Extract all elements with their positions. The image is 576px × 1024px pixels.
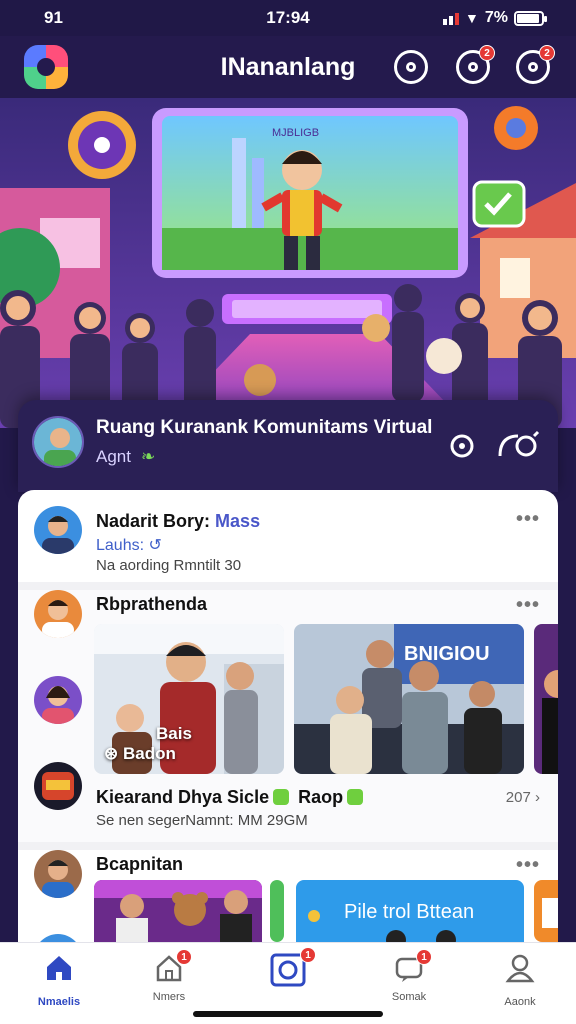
nav-home[interactable]: Nmaelis: [14, 953, 104, 1008]
status-time: 17:94: [266, 8, 310, 27]
camera-icon: 1: [270, 947, 316, 987]
location-icon: ⊛: [104, 744, 119, 763]
photo-tag-line1: Bais: [156, 724, 192, 743]
avatar[interactable]: [34, 506, 82, 554]
profile-badge: 2: [539, 45, 555, 61]
home-indicator: [193, 1011, 383, 1017]
avatar[interactable]: [34, 934, 82, 942]
photo-tag: Bais ⊛ Badon: [104, 724, 192, 764]
feed-post[interactable]: Nadarit Bory: Mass Lauhs: ↺ Na aording R…: [18, 490, 558, 582]
status-bar: 91 17:94 ▼ 7%: [0, 0, 576, 36]
more-options-icon[interactable]: •••: [516, 854, 540, 877]
post-meta: Lauhs: ↺: [96, 535, 162, 555]
hero-illustration: MJBLIGB: [0, 98, 576, 428]
feed-post[interactable]: Rbprathenda ••• Bais ⊛ Badon BNIGIOU Kie…: [18, 590, 558, 842]
post-photo[interactable]: [94, 880, 262, 942]
community-avatar: [32, 416, 84, 468]
refresh-icon: ↺: [148, 537, 162, 554]
divider: [18, 842, 558, 850]
post-author-name: Nadarit Bory:: [96, 511, 211, 531]
community-title: Ruang Kuranank Komunitams Virtual: [96, 417, 433, 438]
reaction-count-value: 207: [505, 789, 531, 806]
hero-banner[interactable]: MJBLIGB: [0, 98, 576, 428]
battery-icon: [514, 10, 547, 26]
camera-icon[interactable]: [394, 50, 428, 84]
post-photo: [270, 880, 284, 942]
verified-icon: [347, 789, 364, 805]
user-icon: [505, 954, 535, 983]
community-subtitle: Agnt ❧: [96, 447, 155, 467]
nav-badge: 1: [416, 949, 432, 965]
post-author[interactable]: Kiearand Dhya Sicle Rаор: [96, 787, 367, 808]
messages-badge: 2: [479, 45, 495, 61]
reaction-count[interactable]: 207 ›: [506, 789, 540, 806]
leaf-icon: ❧: [140, 447, 156, 466]
bell-icon: 1: [154, 949, 192, 983]
avatar[interactable]: [34, 850, 82, 898]
avatar[interactable]: [34, 762, 82, 810]
avatar[interactable]: [34, 590, 82, 638]
share-icon[interactable]: [496, 428, 540, 462]
more-options-icon[interactable]: •••: [516, 508, 540, 531]
banner-text: Pile trol Bttean: [344, 901, 474, 923]
more-options-icon[interactable]: •••: [516, 594, 540, 617]
app-bar: INananlang 2 2: [0, 36, 576, 98]
post-meta-text: Lauhs:: [96, 537, 145, 554]
nav-label: Aaonk: [504, 996, 536, 1008]
post-author[interactable]: Nadarit Bory: Mass: [96, 511, 260, 532]
post-author-accent: Mass: [215, 511, 261, 531]
post-author-extra: Rаор: [298, 787, 344, 807]
messages-icon[interactable]: 2: [456, 45, 495, 84]
nav-notifications[interactable]: 1 Nmers: [124, 949, 214, 1003]
chat-icon: 1: [394, 949, 432, 983]
verified-icon: [273, 789, 290, 805]
post-photo: [534, 880, 558, 942]
nav-label: Nmers: [152, 991, 186, 1003]
nav-badge: 1: [176, 949, 192, 965]
community-card[interactable]: Ruang Kuranank Komunitams Virtual Agnt ❧: [18, 400, 558, 492]
post-photo[interactable]: BNIGIOU: [294, 624, 524, 774]
profile-icon[interactable]: 2: [516, 45, 555, 84]
avatar[interactable]: [34, 676, 82, 724]
feed-post[interactable]: Bcapnitan ••• Pile trol Bttean: [18, 850, 558, 942]
group-title[interactable]: Bcapnitan: [96, 854, 183, 875]
photo-tag-line2: Badon: [122, 744, 176, 763]
post-photo[interactable]: [534, 624, 558, 774]
community-subtitle-text: Agnt: [96, 447, 131, 466]
hero-screen-label: MJBLIGB: [272, 127, 319, 139]
event-banner[interactable]: Pile trol Bttean: [296, 880, 524, 942]
nav-label: Somak: [391, 991, 427, 1003]
divider: [18, 582, 558, 590]
post-author-name: Kiearand Dhya Sicle: [96, 787, 270, 807]
nav-badge: 1: [300, 947, 316, 963]
post-photo[interactable]: Bais ⊛ Badon: [94, 624, 284, 774]
feed: Nadarit Bory: Mass Lauhs: ↺ Na aording R…: [18, 490, 558, 942]
nav-home-label: Nmaelis: [37, 996, 81, 1008]
home-icon: [47, 956, 71, 980]
search-icon[interactable]: [446, 428, 480, 462]
nav-profile[interactable]: Aaonk: [475, 953, 565, 1008]
app-logo-icon[interactable]: [24, 45, 68, 89]
photo-sign-text: BNIGIOU: [404, 643, 490, 665]
nav-create[interactable]: 1: [243, 947, 333, 987]
group-title[interactable]: Rbprathenda: [96, 594, 207, 615]
chevron-right-icon: ›: [535, 789, 540, 806]
post-time: Na aording Rmntilt 30: [96, 557, 242, 574]
post-caption: Se nen segerNamnt: MM 29GM: [96, 812, 308, 829]
nav-chat[interactable]: 1 Somak: [364, 949, 454, 1003]
